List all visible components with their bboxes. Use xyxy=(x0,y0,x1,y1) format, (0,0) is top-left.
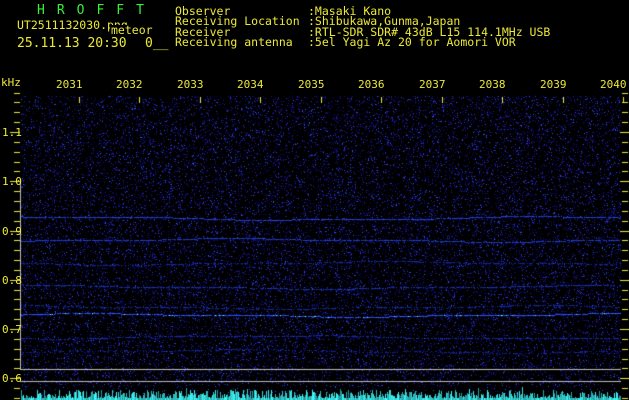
frequency-tick-label: 1.1 xyxy=(2,126,22,139)
time-tick-label: 2040 xyxy=(600,78,627,91)
frequency-tick-label: 0.7 xyxy=(2,323,22,336)
frequency-tick-label: 1.0 xyxy=(2,175,22,188)
station-info: Observer:Masaki Kano Receiving Location:S… xyxy=(175,5,550,49)
time-tick-label: 2033 xyxy=(177,78,204,91)
spectrogram-canvas xyxy=(0,0,629,400)
frequency-tick-label: 0.9 xyxy=(2,225,22,238)
hrofft-window: HROFFT UT2511132030.png meteor 25.11.13 … xyxy=(0,0,629,400)
time-tick-label: 2032 xyxy=(116,78,143,91)
time-tick-label: 2035 xyxy=(298,78,325,91)
app-title: HROFFT xyxy=(37,3,156,18)
frequency-tick-label: 0.6 xyxy=(2,372,22,385)
meteor-mode-label: meteor xyxy=(110,23,154,37)
frequency-axis-unit: kHz xyxy=(1,76,21,89)
station-info-row: Receiving antenna :5el Yagi Az 20 for Aom… xyxy=(175,34,550,49)
time-tick-label: 2037 xyxy=(419,78,446,91)
time-tick-label: 2036 xyxy=(358,78,385,91)
time-tick-label: 2034 xyxy=(237,78,264,91)
field-value: :5el Yagi Az 20 for Aomori VOR xyxy=(308,34,516,49)
field-label: Receiving antenna xyxy=(175,34,293,49)
time-tick-label: 2038 xyxy=(479,78,506,91)
time-tick-label: 2031 xyxy=(56,78,83,91)
date-time-label: 25.11.13 20:30 xyxy=(17,36,127,51)
time-tick-label: 2039 xyxy=(540,78,567,91)
frequency-tick-label: 0.8 xyxy=(2,274,22,287)
echo-counter: 0__ xyxy=(145,36,169,51)
